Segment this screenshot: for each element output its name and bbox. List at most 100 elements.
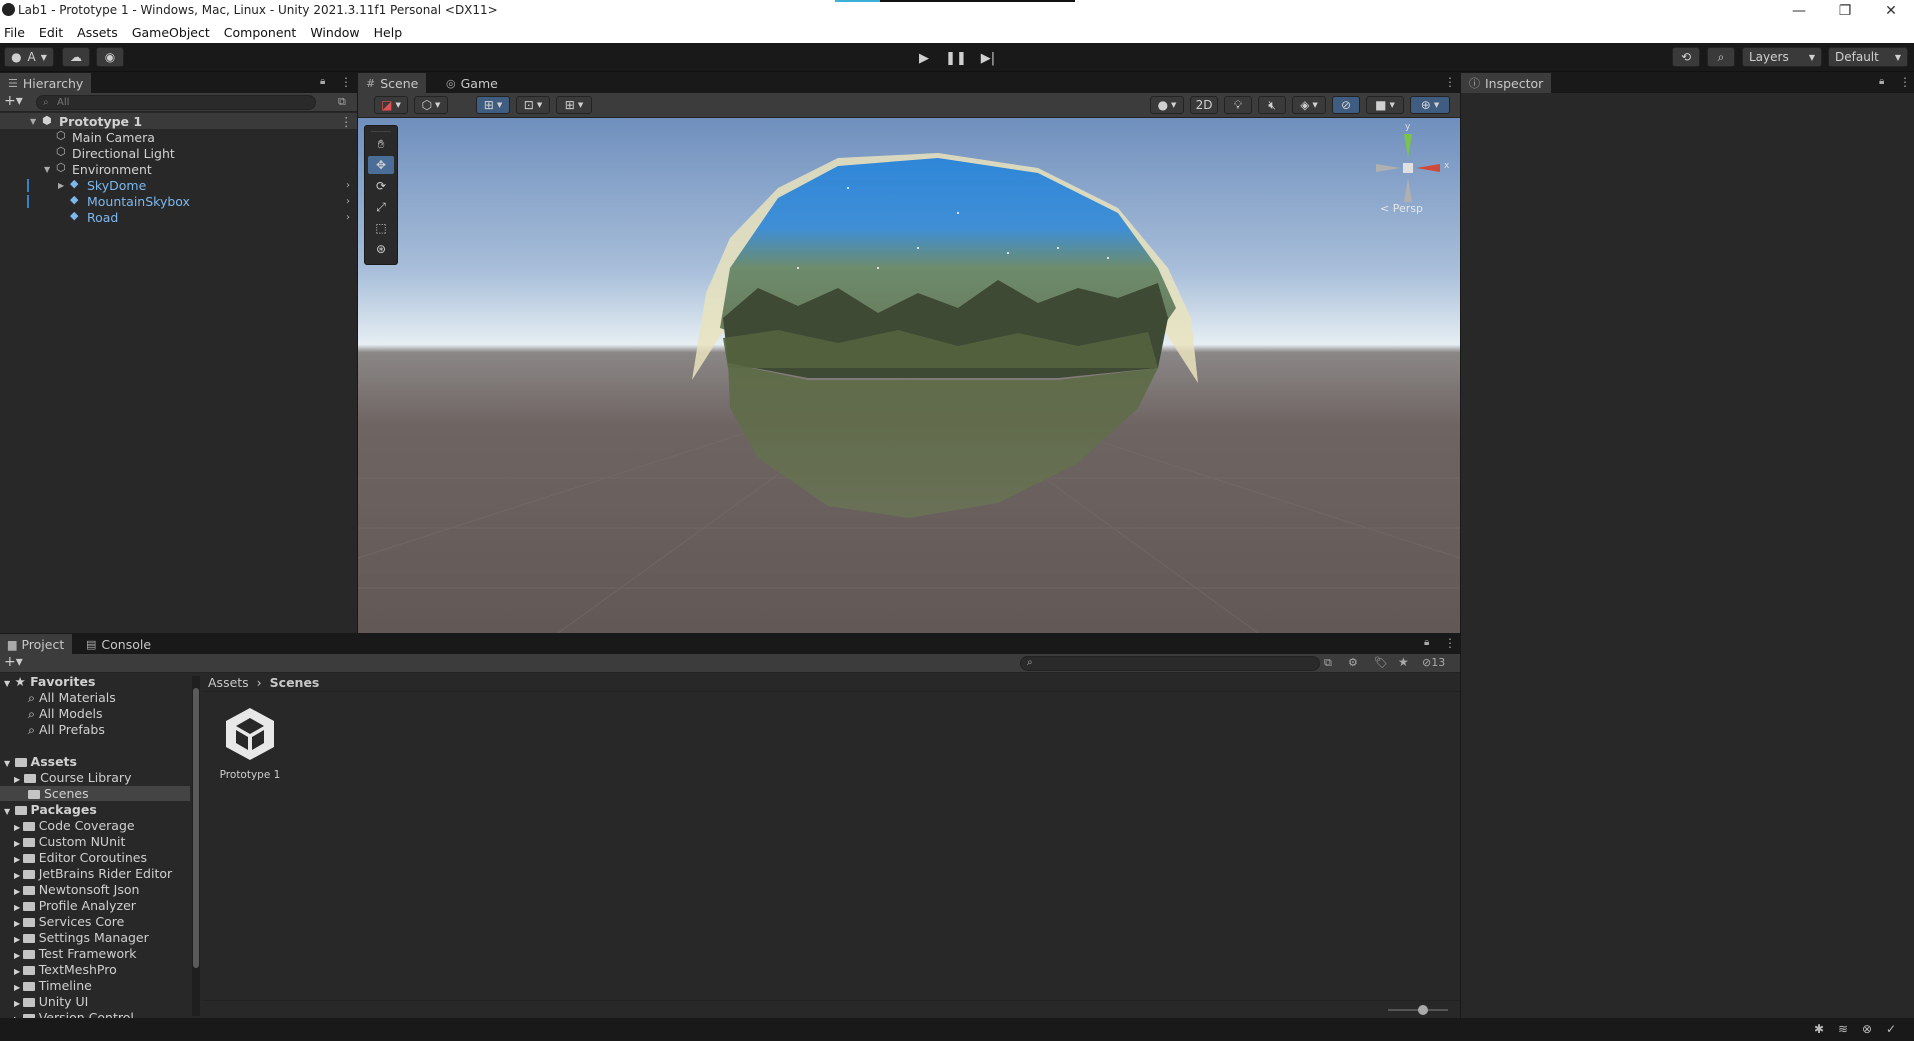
tab-hierarchy[interactable]: ☰ Hierarchy bbox=[0, 73, 92, 93]
add-object-button[interactable]: +▾ bbox=[4, 93, 23, 109]
favorites-header[interactable]: ▼ ★ Favorites bbox=[4, 674, 95, 689]
lock-icon[interactable]: 🔒︎ bbox=[1879, 76, 1884, 87]
breadcrumb-scenes[interactable]: Scenes bbox=[270, 675, 320, 690]
pause-button[interactable]: ❚❚ bbox=[945, 49, 967, 67]
package-folder[interactable]: ▶ Timeline bbox=[14, 978, 92, 993]
tab-project[interactable]: ▆ Project bbox=[0, 634, 73, 654]
menu-gameobject[interactable]: GameObject bbox=[132, 25, 210, 40]
tree-scrollbar[interactable] bbox=[192, 676, 200, 1016]
expand-arrow-icon[interactable]: ▶ bbox=[58, 181, 64, 190]
play-button[interactable]: ▶ bbox=[914, 49, 934, 67]
grid-settings-dropdown[interactable]: ⊞ ▼ bbox=[556, 96, 592, 114]
increment-snap-toggle[interactable]: ⊡ ▼ bbox=[516, 96, 550, 114]
package-folder[interactable]: ▶ Services Core bbox=[14, 914, 124, 929]
hierarchy-search-input[interactable]: ⌕ All bbox=[36, 95, 316, 110]
orientation-gizmo[interactable]: y x bbox=[1368, 122, 1449, 208]
check-icon[interactable]: ✓ bbox=[1886, 1022, 1896, 1036]
expand-arrow-icon[interactable]: ▼ bbox=[44, 165, 50, 174]
menu-window[interactable]: Window bbox=[310, 25, 359, 40]
icon-size-slider[interactable] bbox=[1388, 1005, 1448, 1015]
folder-scenes[interactable]: Scenes bbox=[0, 786, 190, 801]
package-folder[interactable]: ▶ Editor Coroutines bbox=[14, 850, 147, 865]
assets-header[interactable]: ▼ Assets bbox=[4, 754, 77, 769]
breadcrumb-assets[interactable]: Assets bbox=[208, 675, 249, 690]
rect-tool-button[interactable]: ⬚ bbox=[368, 219, 394, 237]
chevron-right-icon[interactable]: › bbox=[346, 180, 350, 191]
package-folder[interactable]: ▶ Profile Analyzer bbox=[14, 898, 136, 913]
create-asset-button[interactable]: +▾ bbox=[4, 654, 23, 670]
favorite-all-models[interactable]: ⌕ All Models bbox=[28, 706, 103, 722]
more-options-icon[interactable]: ⋮ bbox=[1444, 636, 1456, 650]
hierarchy-item-main-camera[interactable]: ⬡ Main Camera bbox=[0, 129, 357, 145]
scene-visibility-toggle[interactable]: ⊘ bbox=[1332, 96, 1360, 114]
hierarchy-item-prototype-1[interactable]: ▼ ⬢ Prototype 1 ⋮ bbox=[0, 113, 357, 129]
filter-label-icon[interactable]: 🏷︎ bbox=[1374, 656, 1388, 669]
minimize-button[interactable]: — bbox=[1776, 0, 1822, 22]
more-options-icon[interactable]: ⋮ bbox=[1899, 75, 1911, 89]
transform-tool-button[interactable]: ⊛ bbox=[368, 240, 394, 258]
chevron-right-icon[interactable]: › bbox=[346, 212, 350, 223]
gizmos-dropdown[interactable]: ⊕ ▼ bbox=[1410, 96, 1450, 114]
tree-scrollbar-thumb[interactable] bbox=[193, 688, 199, 968]
search-button[interactable]: ⌕ bbox=[1707, 47, 1735, 67]
tab-game[interactable]: ◎ Game bbox=[438, 73, 506, 93]
hierarchy-item-environment[interactable]: ▼ ⬡ Environment bbox=[0, 161, 357, 177]
drag-handle[interactable] bbox=[371, 126, 391, 132]
icon-size-slider-thumb[interactable] bbox=[1418, 1005, 1428, 1015]
scene-viewport[interactable]: ✋︎ ✥ ⟳ ⤢ ⬚ ⊛ y x < Persp bbox=[358, 118, 1460, 633]
layout-dropdown[interactable]: Default ▼ bbox=[1828, 47, 1908, 67]
hierarchy-item-directional-light[interactable]: ⬡ Directional Light bbox=[0, 145, 357, 161]
more-options-icon[interactable]: ⋮ bbox=[340, 75, 352, 89]
effects-dropdown[interactable]: ◈ ▼ bbox=[1292, 96, 1326, 114]
package-folder[interactable]: ▶ Newtonsoft Json bbox=[14, 882, 139, 897]
draw-mode-dropdown[interactable]: ◪ ▼ bbox=[374, 96, 408, 114]
lock-icon[interactable]: 🔒︎ bbox=[320, 76, 325, 87]
camera-settings-dropdown[interactable]: ■ ▼ bbox=[1366, 96, 1404, 114]
restore-button[interactable]: ❐ bbox=[1822, 0, 1868, 22]
audio-toggle[interactable]: 🔇︎ bbox=[1258, 96, 1286, 114]
account-dropdown[interactable]: ● A ▼ bbox=[4, 47, 54, 67]
projection-label[interactable]: < Persp bbox=[1380, 202, 1423, 215]
package-folder[interactable]: ▶ Settings Manager bbox=[14, 930, 149, 945]
package-folder[interactable]: ▶ Code Coverage bbox=[14, 818, 135, 833]
folder-course-library[interactable]: ▶ Course Library bbox=[14, 770, 131, 785]
rotate-tool-button[interactable]: ⟳ bbox=[368, 177, 394, 195]
package-folder[interactable]: ▶ Test Framework bbox=[14, 946, 137, 961]
hierarchy-item-mountainskybox[interactable]: ◆ MountainSkybox › bbox=[0, 193, 357, 209]
more-options-icon[interactable]: ⋮ bbox=[1444, 75, 1456, 89]
network-icon[interactable]: ⊗ bbox=[1862, 1022, 1872, 1036]
tab-scene[interactable]: # Scene bbox=[358, 73, 427, 93]
move-tool-button[interactable]: ✥ bbox=[368, 156, 394, 174]
chevron-right-icon[interactable]: › bbox=[346, 196, 350, 207]
menu-assets[interactable]: Assets bbox=[77, 25, 118, 40]
grid-snap-toggle[interactable]: ⊞ ▼ bbox=[476, 96, 510, 114]
packages-header[interactable]: ▼ Packages bbox=[4, 802, 97, 817]
menu-component[interactable]: Component bbox=[224, 25, 297, 40]
shading-mode-dropdown[interactable]: ● ▼ bbox=[1150, 96, 1184, 114]
toggle-2d-button[interactable]: 2D bbox=[1190, 96, 1218, 114]
hierarchy-item-road[interactable]: ◆ Road › bbox=[0, 209, 357, 225]
step-button[interactable]: ▶| bbox=[978, 49, 998, 67]
asset-prototype-1[interactable]: Prototype 1 bbox=[214, 704, 286, 784]
package-folder[interactable]: ▶ JetBrains Rider Editor bbox=[14, 866, 172, 881]
hand-tool-button[interactable]: ✋︎ bbox=[368, 135, 394, 153]
lighting-toggle[interactable]: 💡︎ bbox=[1224, 96, 1252, 114]
menu-file[interactable]: File bbox=[4, 25, 25, 40]
cloud-button[interactable]: ☁ bbox=[62, 47, 90, 67]
favorite-all-prefabs[interactable]: ⌕ All Prefabs bbox=[28, 722, 105, 738]
project-search-input[interactable]: ⌕ bbox=[1020, 656, 1320, 671]
package-folder[interactable]: ▶ Unity UI bbox=[14, 994, 88, 1009]
tab-inspector[interactable]: ⓘ Inspector bbox=[1461, 73, 1552, 93]
menu-help[interactable]: Help bbox=[374, 25, 403, 40]
search-scene-icon[interactable]: ⧉ bbox=[1324, 656, 1332, 670]
favorite-star-icon[interactable]: ★ bbox=[1398, 655, 1409, 669]
expand-arrow-icon[interactable]: ▼ bbox=[30, 117, 36, 126]
layers-stack-icon[interactable]: ≋ bbox=[1838, 1022, 1848, 1036]
tab-console[interactable]: ▤ Console bbox=[78, 634, 159, 654]
favorite-all-materials[interactable]: ⌕ All Materials bbox=[28, 690, 116, 706]
more-options-icon[interactable]: ⋮ bbox=[340, 114, 353, 129]
filter-type-icon[interactable]: ⚙ bbox=[1348, 656, 1358, 669]
package-folder[interactable]: ▶ TextMeshPro bbox=[14, 962, 117, 977]
scale-tool-button[interactable]: ⤢ bbox=[368, 198, 394, 216]
collab-button[interactable]: ◉ bbox=[96, 47, 124, 67]
